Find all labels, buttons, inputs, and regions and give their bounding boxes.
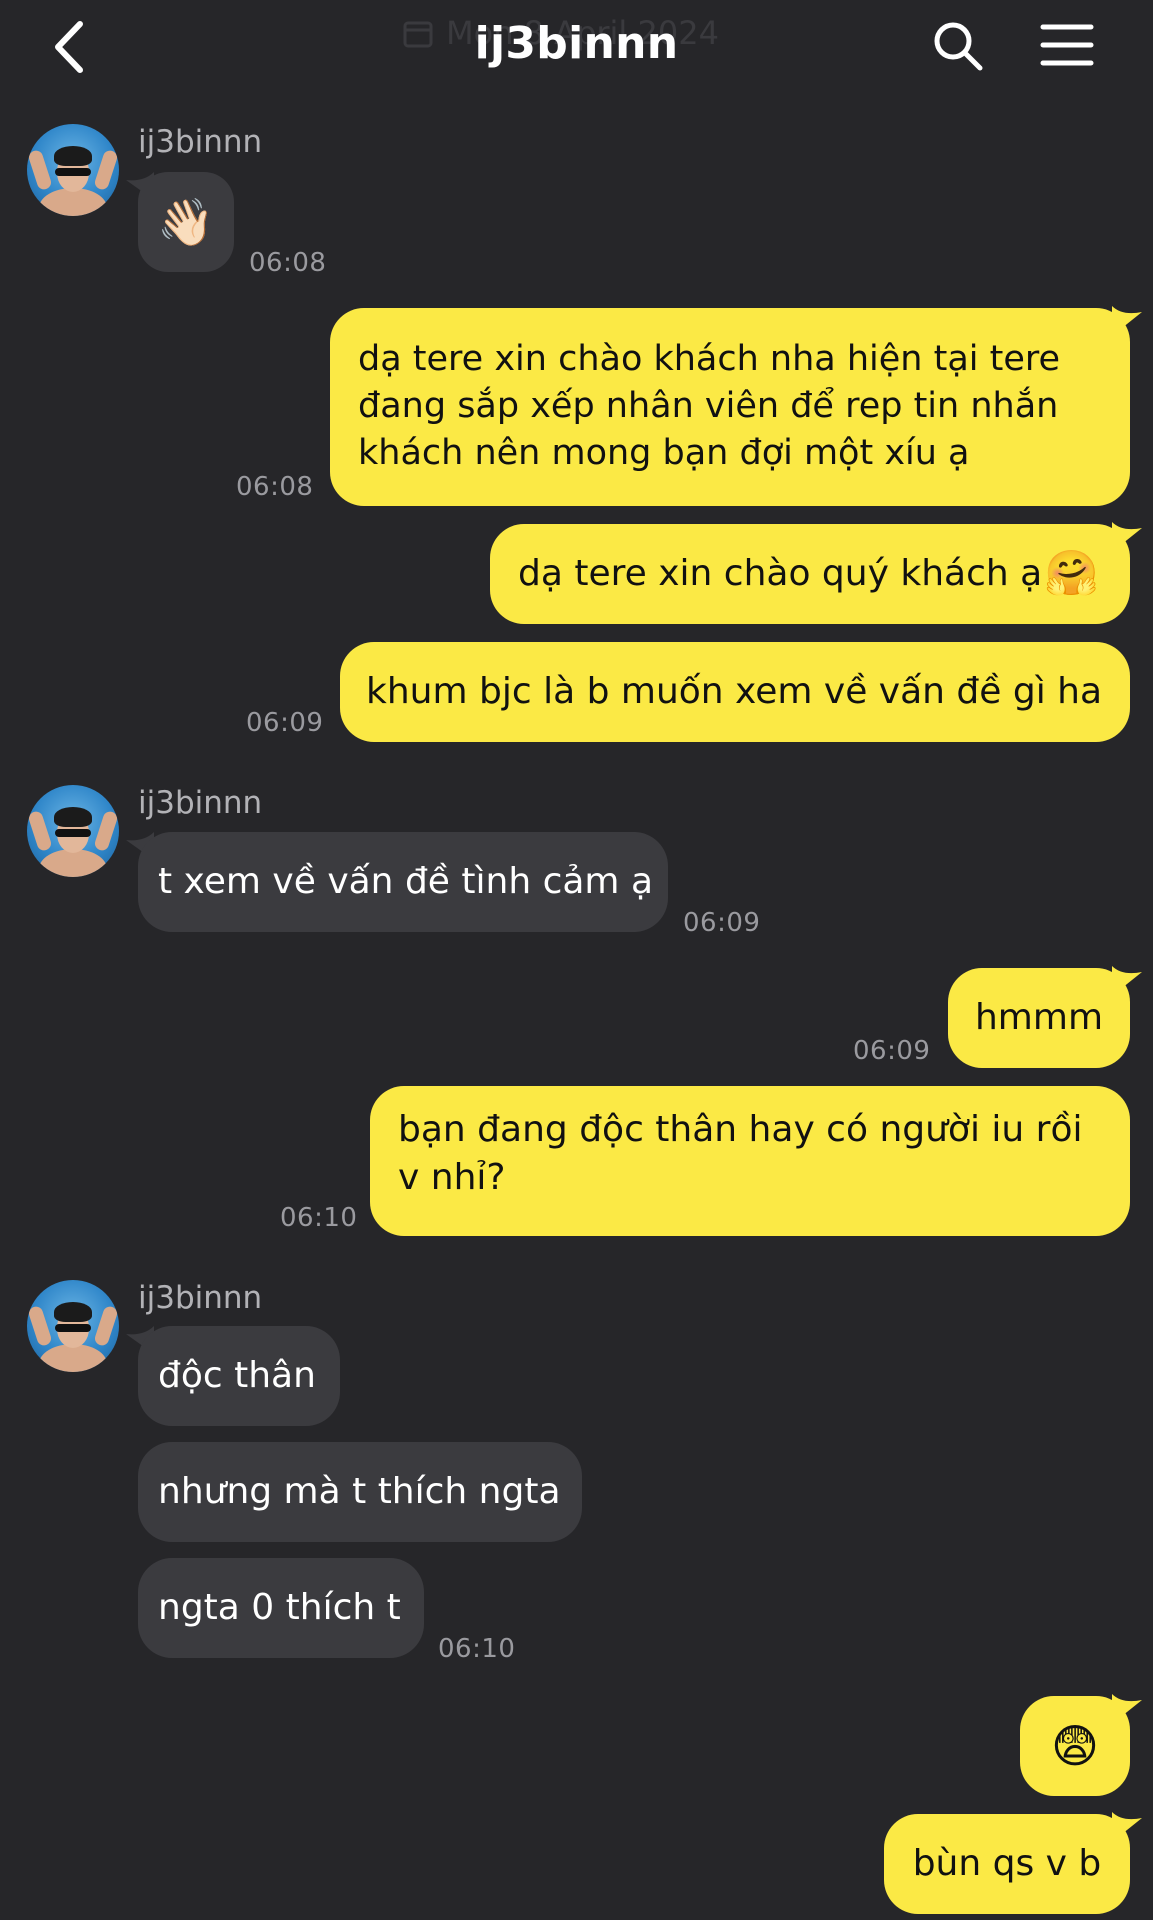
message-bubble-outgoing[interactable]: bạn đang độc thân hay có người iu rồi v …	[370, 1086, 1130, 1236]
sender-name: ij3binnn	[138, 124, 263, 160]
chat-header: Mon 8 April 2024 ij3binnn	[0, 0, 1153, 95]
message-time: 06:09	[853, 1036, 931, 1066]
message-bubble-outgoing[interactable]: bùn qs v b	[884, 1814, 1130, 1914]
message-line: bạn đang độc thân hay có người iu rồi	[398, 1109, 1083, 1150]
search-button[interactable]	[932, 20, 984, 72]
message-line: khách nên mong bạn đợi một xíu ạ	[358, 433, 970, 473]
message-text: hmmm	[974, 997, 1104, 1038]
chat-screen: Mon 8 April 2024 ij3binnn ij3binnn 👋🏻 06…	[0, 0, 1153, 1920]
message-line: v nhỉ?	[398, 1157, 506, 1198]
message-time: 06:08	[249, 248, 327, 278]
fearful-face-emoji: 😨	[1051, 1719, 1099, 1773]
message-time: 06:10	[438, 1634, 516, 1664]
sender-name: ij3binnn	[138, 785, 263, 821]
waving-hand-emoji: 👋🏻	[157, 195, 215, 249]
menu-button[interactable]	[1040, 22, 1094, 68]
avatar[interactable]	[27, 1280, 119, 1372]
message-bubble-outgoing[interactable]: dạ tere xin chào quý khách ạ 🤗	[490, 524, 1130, 624]
message-bubble-outgoing[interactable]: khum bjc là b muốn xem về vấn đề gì ha	[340, 642, 1130, 742]
message-bubble-outgoing[interactable]: hmmm	[948, 968, 1130, 1068]
message-time: 06:10	[280, 1203, 358, 1233]
message-text: dạ tere xin chào quý khách ạ	[518, 553, 1043, 594]
search-icon	[934, 22, 983, 71]
message-bubble-incoming[interactable]: t xem về vấn đề tình cảm ạ	[138, 832, 668, 932]
message-time: 06:08	[236, 472, 314, 502]
message-text: t xem về vấn đề tình cảm ạ	[158, 861, 653, 902]
sender-name: ij3binnn	[138, 1280, 263, 1316]
message-bubble-incoming[interactable]: độc thân	[138, 1326, 340, 1426]
message-time: 06:09	[246, 708, 324, 738]
hamburger-menu-icon	[1040, 24, 1094, 66]
avatar[interactable]	[27, 124, 119, 216]
message-text: độc thân	[158, 1355, 316, 1396]
message-text: bùn qs v b	[912, 1843, 1102, 1884]
message-bubble-incoming[interactable]: nhưng mà t thích ngta	[138, 1442, 582, 1542]
message-line: đang sắp xếp nhân viên để rep tin nhắn	[358, 386, 1059, 426]
message-bubble-outgoing[interactable]: 😨	[1020, 1696, 1130, 1796]
hugging-face-emoji: 🤗	[1044, 548, 1099, 599]
message-bubble-outgoing[interactable]: dạ tere xin chào khách nha hiện tại tere…	[330, 308, 1130, 506]
message-bubble-incoming[interactable]: ngta 0 thích t	[138, 1558, 424, 1658]
message-text: khum bjc là b muốn xem về vấn đề gì ha	[366, 671, 1103, 712]
avatar[interactable]	[27, 785, 119, 877]
message-bubble-incoming[interactable]: 👋🏻	[138, 172, 234, 272]
message-text: nhưng mà t thích ngta	[158, 1471, 561, 1512]
message-time: 06:09	[683, 908, 761, 938]
message-text: ngta 0 thích t	[158, 1587, 401, 1628]
message-line: dạ tere xin chào khách nha hiện tại tere	[358, 339, 1061, 379]
